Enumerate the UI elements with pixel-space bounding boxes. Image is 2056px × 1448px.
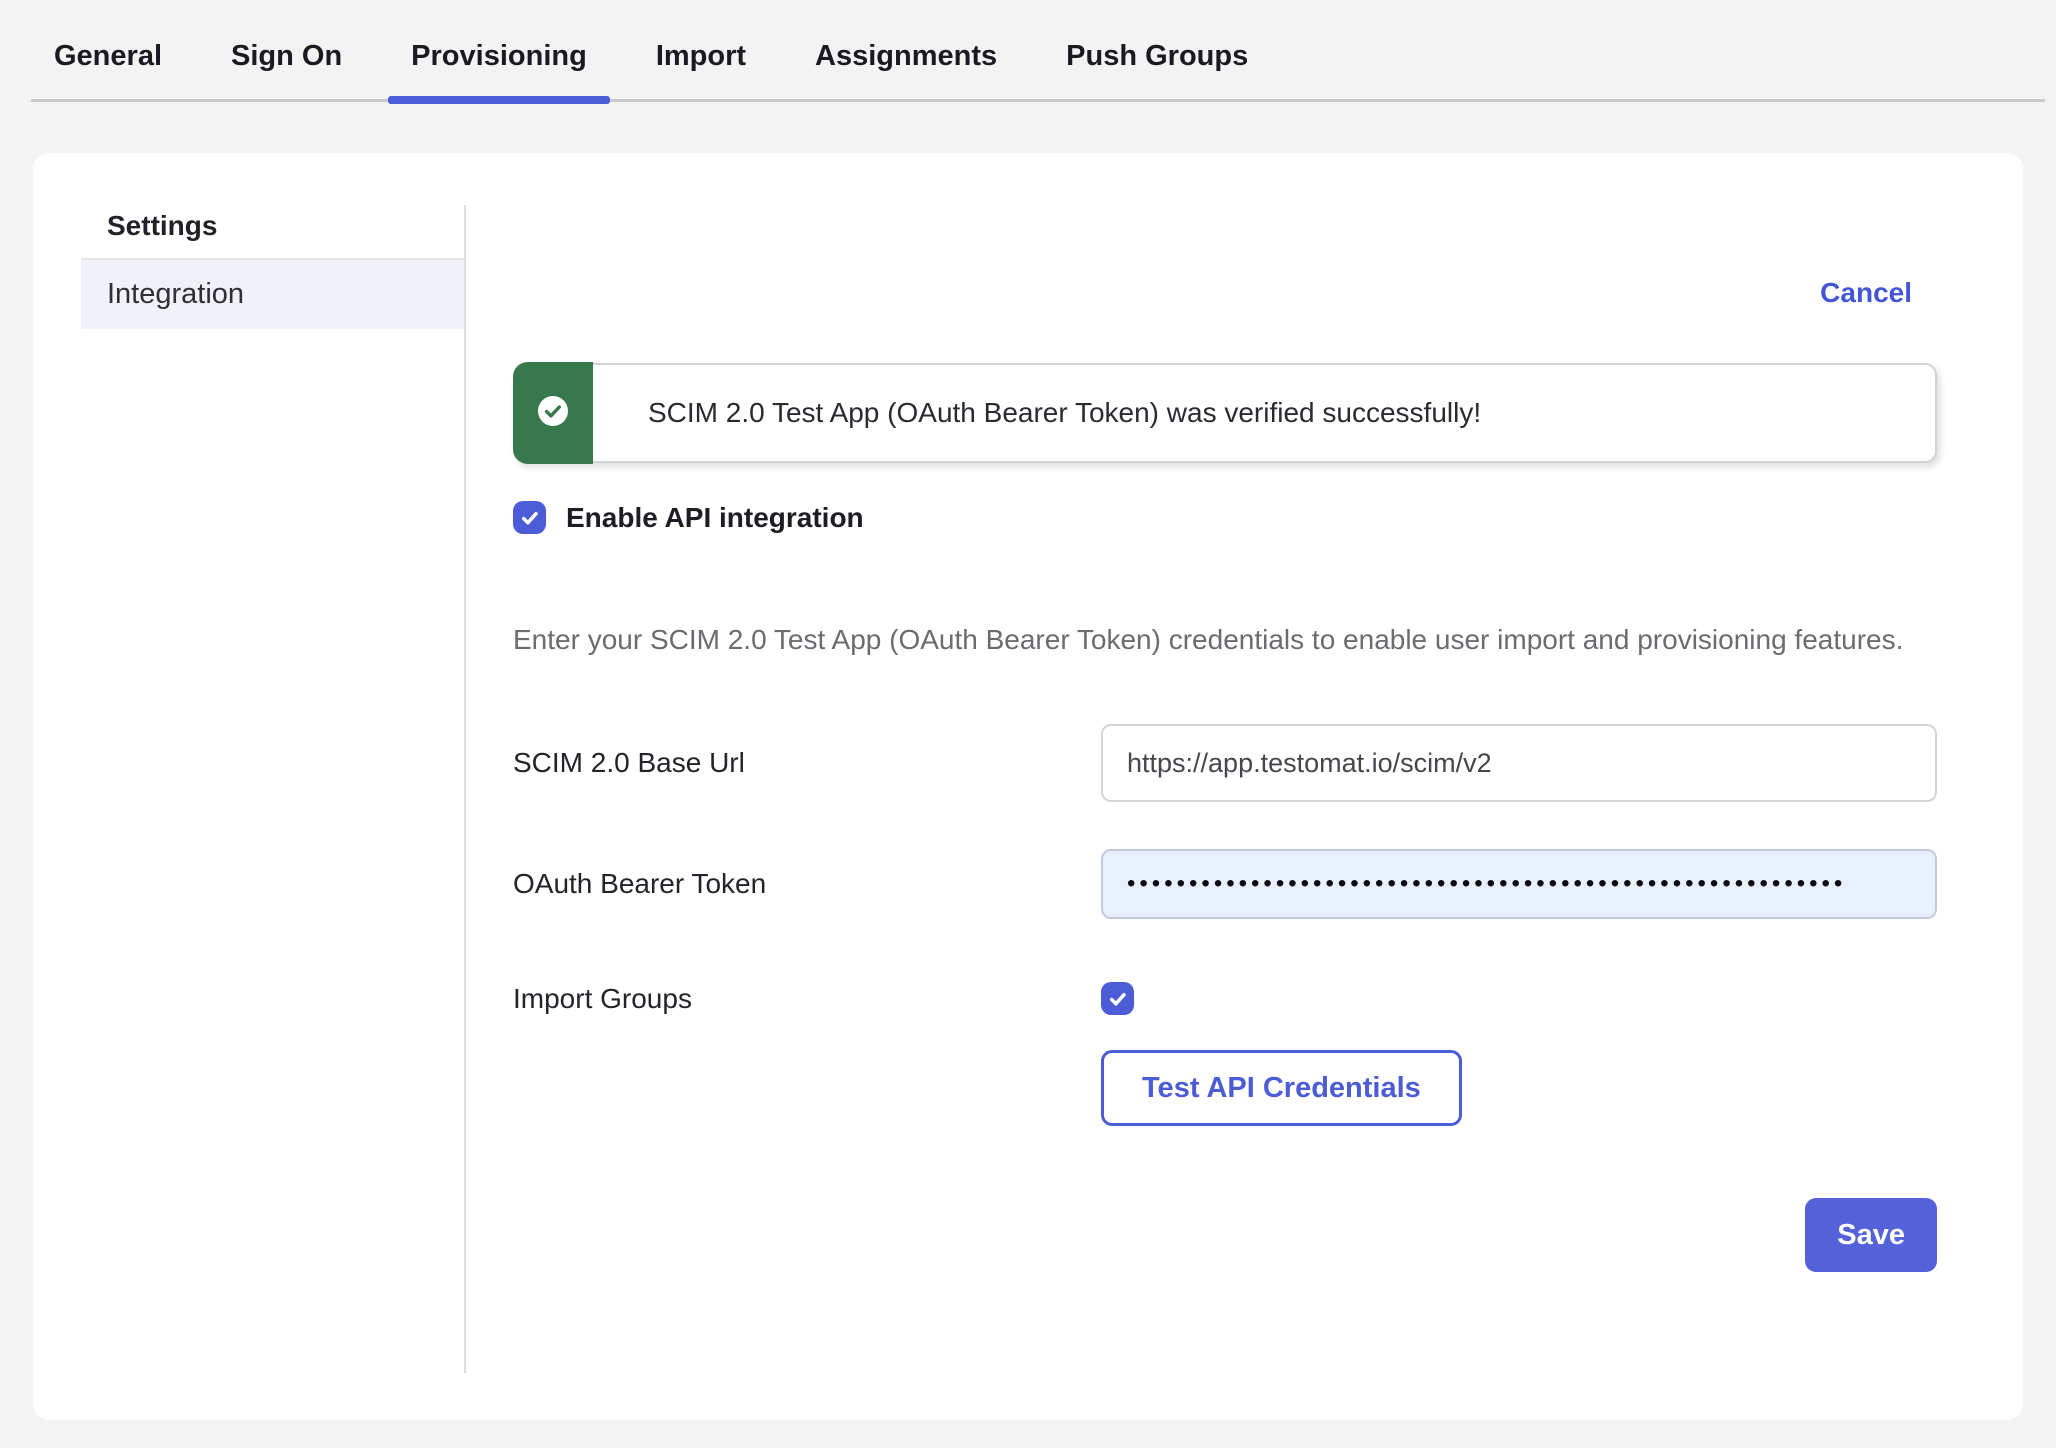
cancel-row: Cancel: [513, 277, 1937, 305]
credentials-description: Enter your SCIM 2.0 Test App (OAuth Bear…: [513, 616, 1937, 663]
integration-panel: Cancel SCIM 2.0 Test App (OAuth Bearer T…: [464, 153, 2023, 1420]
import-groups-checkbox[interactable]: [1101, 982, 1134, 1015]
success-alert: SCIM 2.0 Test App (OAuth Bearer Token) w…: [513, 363, 1937, 463]
check-icon: [1107, 988, 1129, 1010]
oauth-token-label: OAuth Bearer Token: [513, 868, 1101, 900]
test-credentials-row: Test API Credentials: [1101, 1050, 1937, 1126]
tab-import[interactable]: Import: [633, 40, 769, 99]
app-tab-bar: General Sign On Provisioning Import Assi…: [31, 0, 2045, 102]
success-alert-badge: [513, 362, 593, 464]
tab-general[interactable]: General: [31, 40, 185, 99]
import-groups-label: Import Groups: [513, 983, 1101, 1015]
save-row: Save: [513, 1198, 1937, 1272]
tab-sign-on[interactable]: Sign On: [208, 40, 365, 99]
import-groups-row: Import Groups: [513, 982, 1937, 1015]
check-circle-icon: [538, 396, 568, 431]
cancel-link[interactable]: Cancel: [1820, 277, 1912, 308]
oauth-token-input[interactable]: [1101, 849, 1937, 919]
provisioning-card: Settings Integration Cancel SCIM 2.0 Tes…: [33, 153, 2023, 1420]
sidebar-divider: [464, 205, 466, 1373]
check-icon: [519, 507, 541, 529]
save-button[interactable]: Save: [1805, 1198, 1937, 1272]
success-alert-message: SCIM 2.0 Test App (OAuth Bearer Token) w…: [648, 365, 1935, 461]
test-api-credentials-button[interactable]: Test API Credentials: [1101, 1050, 1462, 1126]
settings-sidebar: Settings Integration: [33, 153, 464, 1420]
tab-push-groups[interactable]: Push Groups: [1043, 40, 1271, 99]
enable-api-label: Enable API integration: [566, 502, 864, 534]
tab-assignments[interactable]: Assignments: [792, 40, 1020, 99]
sidebar-heading: Settings: [81, 210, 464, 260]
tab-provisioning[interactable]: Provisioning: [388, 40, 610, 99]
enable-api-row: Enable API integration: [513, 501, 1937, 534]
base-url-row: SCIM 2.0 Base Url: [513, 724, 1937, 802]
sidebar-item-integration[interactable]: Integration: [81, 260, 464, 329]
base-url-input[interactable]: [1101, 724, 1937, 802]
base-url-label: SCIM 2.0 Base Url: [513, 747, 1101, 779]
oauth-token-row: OAuth Bearer Token: [513, 849, 1937, 919]
enable-api-checkbox[interactable]: [513, 501, 546, 534]
